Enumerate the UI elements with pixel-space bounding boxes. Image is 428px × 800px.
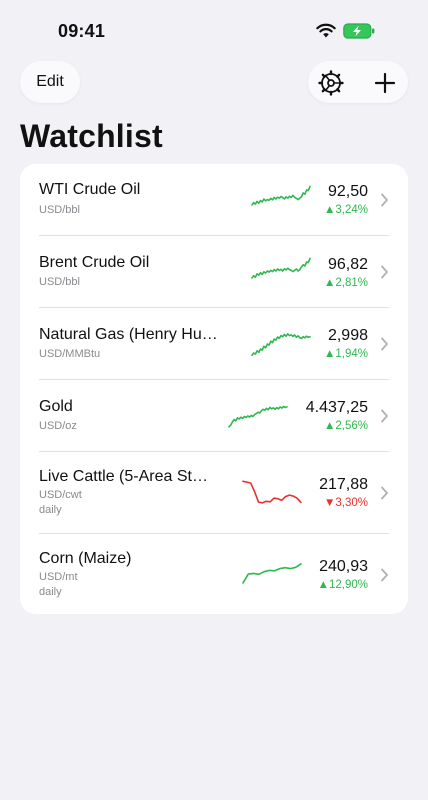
commodity-change: ▲12,90% (317, 579, 368, 591)
commodity-name: Brent Crude Oil (39, 254, 150, 271)
commodity-change: ▼3,30% (324, 497, 368, 509)
commodity-unit: USD/MMBtu (39, 348, 101, 360)
commodity-unit: USD/mt (39, 571, 78, 583)
commodity-change: ▲2,56% (324, 420, 368, 432)
commodity-unit: USD/cwt (39, 489, 82, 501)
edit-label: Edit (36, 73, 64, 90)
sparkline (251, 185, 311, 206)
chevron-right-icon (381, 265, 388, 279)
commodity-change: ▲3,24% (324, 204, 368, 216)
add-icon[interactable] (372, 70, 398, 96)
sparkline (242, 562, 302, 584)
chevron-right-icon (381, 409, 388, 423)
status-time: 09:41 (58, 21, 106, 41)
edit-button[interactable]: Edit (20, 61, 80, 103)
sparkline (242, 480, 302, 504)
commodity-frequency: daily (39, 504, 62, 516)
commodity-price: 2,998 (327, 327, 368, 344)
commodity-change: ▲2,81% (324, 277, 368, 289)
watchlist-row-natural-gas[interactable]: Natural Gas (Henry Hu… USD/MMBtu 2,998 ▲… (20, 308, 408, 380)
chevron-right-icon (381, 193, 388, 207)
watchlist-row-live-cattle[interactable]: Live Cattle (5-Area St… USD/cwt daily 21… (20, 452, 408, 534)
commodity-name: Gold (39, 398, 73, 415)
chevron-right-icon (381, 337, 388, 351)
sparkline-path (228, 405, 288, 428)
commodity-unit: USD/bbl (39, 276, 80, 288)
watchlist-card: WTI Crude Oil USD/bbl 92,50 ▲3,24% Brent… (20, 164, 408, 614)
commodity-unit: USD/bbl (39, 204, 80, 216)
commodity-price: 92,50 (327, 183, 368, 200)
sparkline (251, 257, 311, 279)
commodity-unit: USD/oz (39, 420, 77, 432)
sparkline-path (242, 480, 302, 504)
watchlist-row-gold[interactable]: Gold USD/oz 4.437,25 ▲2,56% (20, 380, 408, 452)
commodity-price: 96,82 (327, 256, 368, 273)
commodity-frequency: daily (39, 586, 62, 598)
page-title: Watchlist (20, 118, 163, 154)
wifi-icon (316, 23, 336, 38)
commodity-price: 217,88 (319, 476, 368, 493)
sparkline-path (242, 562, 302, 584)
sparkline-path (251, 257, 311, 279)
battery-charging-icon (343, 23, 375, 39)
chevron-right-icon (381, 486, 388, 500)
commodity-change: ▲1,94% (324, 348, 368, 360)
watchlist-row-corn[interactable]: Corn (Maize) USD/mt daily 240,93 ▲12,90% (20, 534, 408, 614)
commodity-price: 4.437,25 (305, 399, 368, 416)
watchlist-row-brent[interactable]: Brent Crude Oil USD/bbl 96,82 ▲2,81% (20, 236, 408, 308)
toolbar-actions (308, 61, 408, 103)
commodity-name: WTI Crude Oil (39, 181, 141, 198)
sparkline-path (251, 185, 311, 206)
chevron-right-icon (381, 568, 388, 582)
settings-icon[interactable] (318, 70, 344, 96)
sparkline-path (251, 333, 311, 357)
watchlist-row-wti[interactable]: WTI Crude Oil USD/bbl 92,50 ▲3,24% (20, 164, 408, 236)
commodity-name: Corn (Maize) (39, 550, 132, 567)
sparkline (228, 405, 288, 428)
commodity-name: Natural Gas (Henry Hu… (39, 326, 218, 343)
sparkline (251, 333, 311, 357)
commodity-price: 240,93 (319, 558, 368, 575)
commodity-name: Live Cattle (5-Area St… (39, 468, 208, 485)
status-bar: 09:41 (0, 0, 428, 60)
